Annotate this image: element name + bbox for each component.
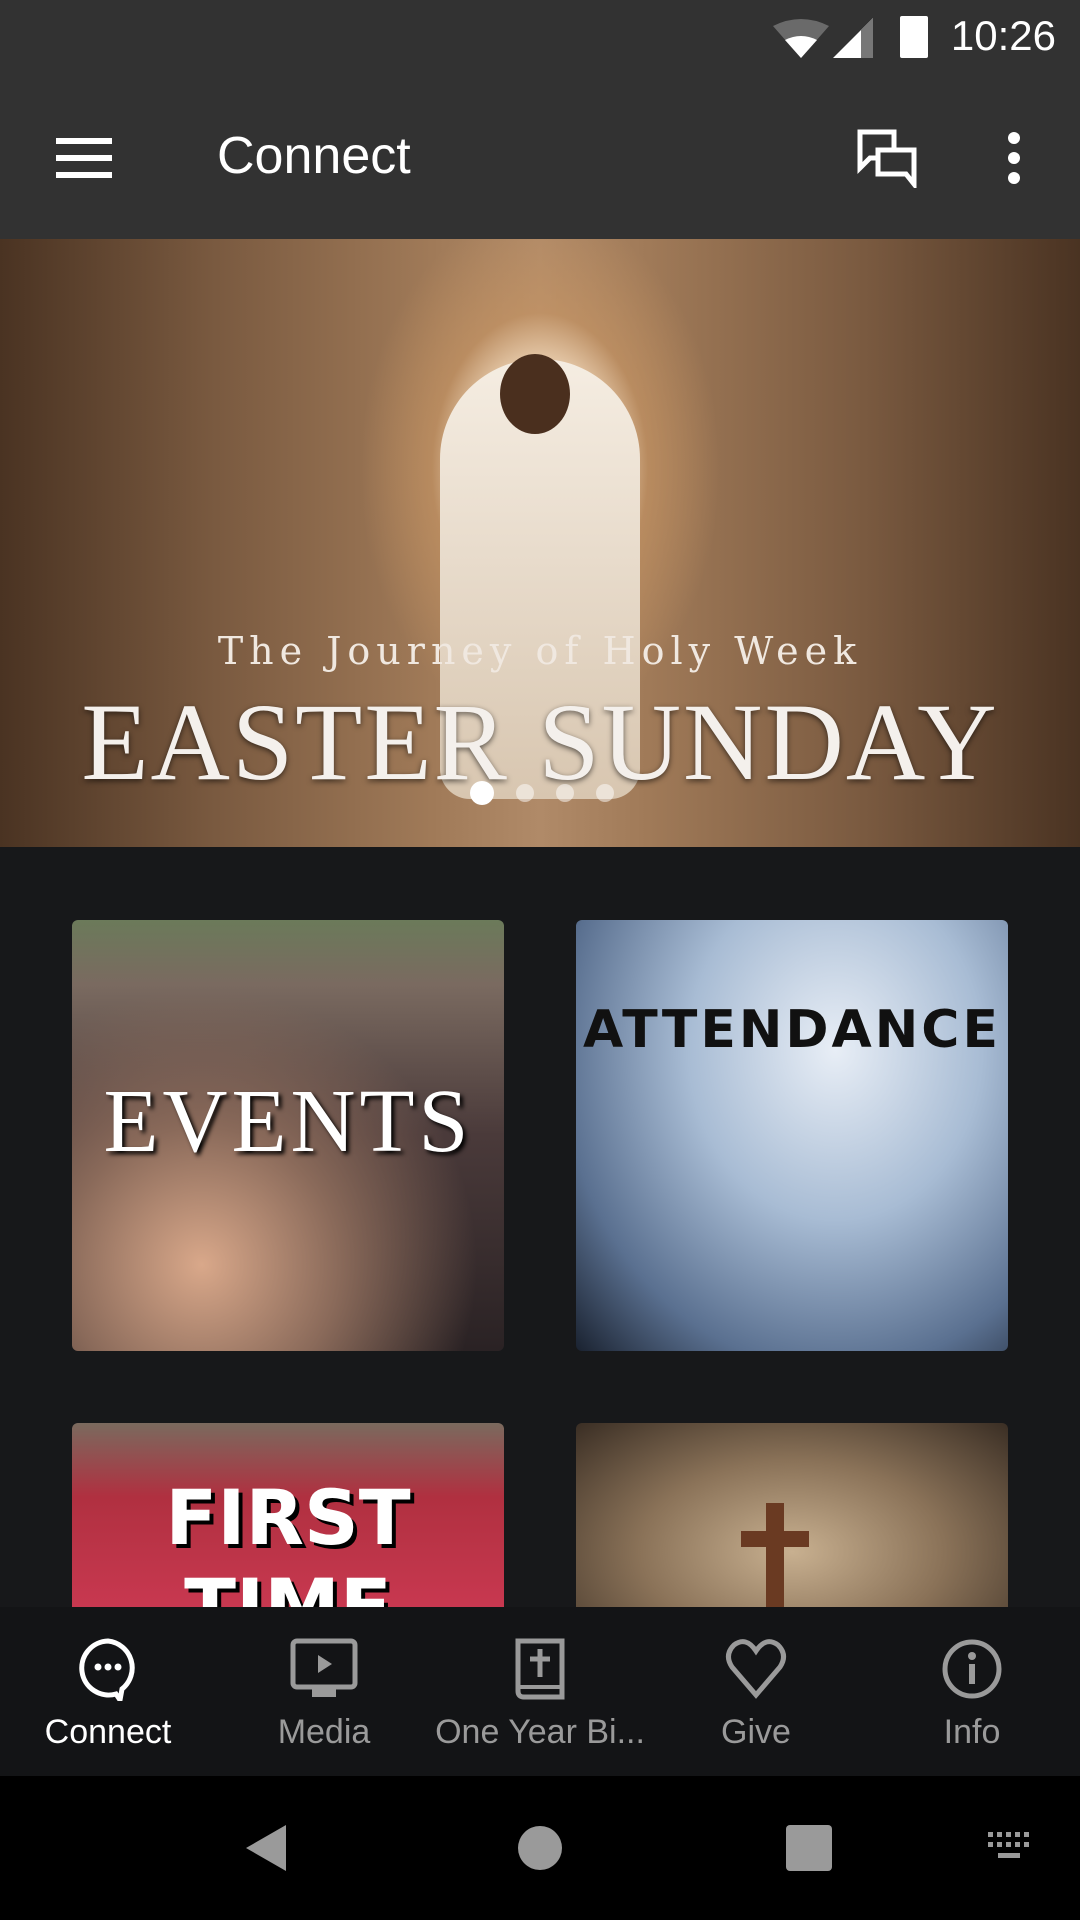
back-icon[interactable] (244, 1823, 288, 1873)
carousel-dot[interactable] (516, 784, 534, 802)
tile-attendance[interactable]: ATTENDANCE (576, 920, 1008, 1351)
nav-info[interactable]: Info (864, 1607, 1080, 1776)
nav-media[interactable]: Media (216, 1607, 432, 1776)
tv-play-icon (290, 1638, 358, 1697)
system-navigation-bar (0, 1776, 1080, 1920)
keyboard-icon[interactable] (988, 1832, 1036, 1862)
tile-label: ATTENDANCE (583, 1000, 1001, 1060)
info-icon (942, 1639, 1002, 1699)
status-time: 10:26 (950, 12, 1056, 59)
nav-label: One Year Bi... (435, 1713, 645, 1751)
nav-label: Connect (44, 1713, 172, 1751)
menu-icon[interactable] (56, 138, 112, 178)
carousel-dot[interactable] (470, 781, 494, 805)
bible-icon (515, 1638, 565, 1700)
tile-label: FIRST TIME (165, 1473, 411, 1607)
cross-image-bar (741, 1531, 809, 1547)
cross-image (766, 1503, 784, 1607)
nav-give[interactable]: Give (648, 1607, 864, 1776)
nav-label: Info (943, 1713, 1001, 1751)
heart-icon (726, 1639, 786, 1699)
battery-icon (900, 16, 928, 58)
nav-one-year-bible[interactable]: One Year Bi... (432, 1607, 648, 1776)
recents-icon[interactable] (786, 1825, 832, 1871)
nav-connect[interactable]: Connect (0, 1607, 216, 1776)
carousel-indicator (470, 781, 614, 805)
home-icon[interactable] (518, 1826, 562, 1870)
page-title: Connect (217, 127, 411, 185)
more-options-icon[interactable] (1000, 130, 1028, 186)
wifi-signal-battery-icons (773, 18, 873, 58)
tile-cross[interactable] (576, 1423, 1008, 1607)
status-bar: 10:26 (0, 0, 1080, 76)
carousel-dot[interactable] (596, 784, 614, 802)
bottom-navigation: Connect Media One Year Bi... Give Info (0, 1607, 1080, 1776)
nav-label: Media (277, 1713, 371, 1751)
banner-subtitle: The Journey of Holy Week (217, 629, 863, 673)
chat-bubble-icon (79, 1638, 135, 1701)
tile-label: EVENTS (103, 1072, 473, 1171)
tile-events[interactable]: EVENTS (72, 920, 504, 1351)
banner-carousel[interactable]: The Journey of Holy Week EASTER SUNDAY (0, 239, 1080, 847)
carousel-dot[interactable] (556, 784, 574, 802)
nav-label: Give (721, 1713, 791, 1751)
banner-figure-head (500, 354, 570, 434)
chat-icon[interactable] (856, 128, 920, 188)
tile-first-time[interactable]: FIRST TIME (72, 1423, 504, 1607)
app-bar: Connect (0, 76, 1080, 239)
